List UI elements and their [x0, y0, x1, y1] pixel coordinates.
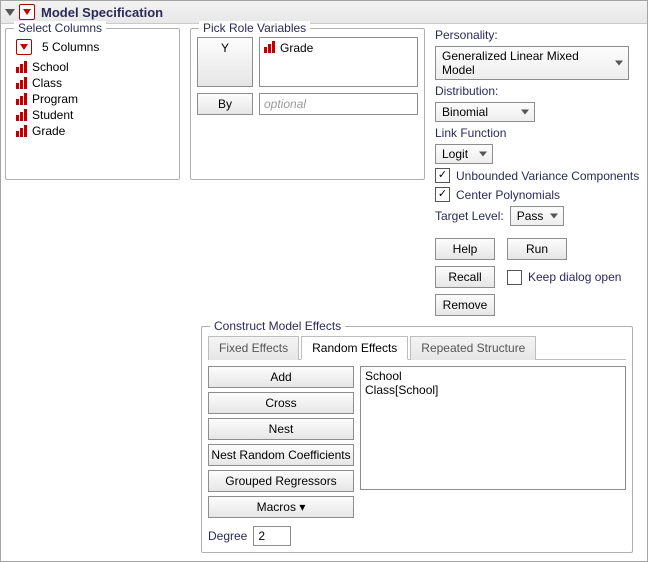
cross-button[interactable]: Cross — [208, 392, 354, 414]
tab-fixed-effects[interactable]: Fixed Effects — [208, 336, 299, 360]
tab-repeated-structure[interactable]: Repeated Structure — [410, 336, 536, 360]
effect-item[interactable]: School — [365, 369, 621, 383]
columns-menu-icon[interactable] — [16, 39, 32, 55]
recall-button[interactable]: Recall — [435, 266, 495, 288]
columns-count: 5 Columns — [42, 40, 99, 54]
unbounded-checkbox[interactable]: ✓ — [435, 168, 450, 183]
column-item[interactable]: Program — [16, 91, 169, 107]
personality-value: Generalized Linear Mixed Model — [442, 49, 579, 77]
degree-input[interactable]: 2 — [253, 526, 291, 546]
red-triangle-menu-icon[interactable] — [19, 4, 35, 20]
keep-open-checkbox[interactable] — [507, 270, 522, 285]
nominal-icon — [16, 61, 28, 73]
by-placeholder: optional — [264, 97, 306, 111]
construct-group: Construct Model Effects Fixed Effects Ra… — [201, 326, 633, 553]
nominal-icon — [16, 109, 28, 121]
pick-role-group: Pick Role Variables Y Grade By optional — [190, 28, 425, 180]
nominal-icon — [16, 77, 28, 89]
construct-legend: Construct Model Effects — [210, 319, 345, 333]
options-column: Personality: Generalized Linear Mixed Mo… — [435, 28, 643, 316]
center-label: Center Polynomials — [456, 188, 560, 202]
keep-open-label: Keep dialog open — [528, 270, 621, 284]
column-label: Program — [32, 92, 78, 106]
y-box[interactable]: Grade — [259, 37, 418, 87]
nominal-icon — [16, 125, 28, 137]
link-label: Link Function — [435, 126, 643, 140]
target-level-value: Pass — [517, 209, 544, 223]
column-label: School — [32, 60, 69, 74]
column-label: Student — [32, 108, 73, 122]
dialog-title: Model Specification — [41, 5, 163, 20]
column-item[interactable]: Grade — [16, 123, 169, 139]
add-button[interactable]: Add — [208, 366, 354, 388]
y-button[interactable]: Y — [197, 37, 253, 87]
construct-tabs: Fixed Effects Random Effects Repeated St… — [208, 335, 626, 360]
select-columns-legend: Select Columns — [14, 21, 106, 35]
link-select[interactable]: Logit — [435, 144, 493, 164]
nominal-icon — [16, 93, 28, 105]
by-box[interactable]: optional — [259, 93, 418, 115]
effect-item[interactable]: Class[School] — [365, 383, 621, 397]
target-level-row: Target Level: Pass — [435, 206, 643, 226]
nest-button[interactable]: Nest — [208, 418, 354, 440]
effects-list[interactable]: School Class[School] — [360, 366, 626, 490]
personality-label: Personality: — [435, 28, 643, 42]
disclosure-icon[interactable] — [5, 9, 15, 16]
distribution-value: Binomial — [442, 105, 488, 119]
column-item[interactable]: Student — [16, 107, 169, 123]
distribution-label: Distribution: — [435, 84, 643, 98]
personality-select[interactable]: Generalized Linear Mixed Model — [435, 46, 629, 80]
nest-random-coefficients-button[interactable]: Nest Random Coefficients — [208, 444, 354, 466]
target-level-label: Target Level: — [435, 209, 504, 223]
distribution-select[interactable]: Binomial — [435, 102, 535, 122]
pick-role-legend: Pick Role Variables — [199, 21, 310, 35]
grouped-regressors-button[interactable]: Grouped Regressors — [208, 470, 354, 492]
column-item[interactable]: Class — [16, 75, 169, 91]
column-label: Grade — [32, 124, 65, 138]
macros-button[interactable]: Macros ▾ — [208, 496, 354, 518]
select-columns-group: Select Columns 5 Columns School Class — [5, 28, 180, 180]
unbounded-row: ✓ Unbounded Variance Components — [435, 168, 643, 183]
nominal-icon — [264, 41, 276, 53]
column-item[interactable]: School — [16, 59, 169, 75]
tab-random-effects[interactable]: Random Effects — [301, 336, 408, 360]
by-button[interactable]: By — [197, 93, 253, 115]
degree-label: Degree — [208, 529, 247, 543]
help-button[interactable]: Help — [435, 238, 495, 260]
target-level-select[interactable]: Pass — [510, 206, 564, 226]
y-item-label: Grade — [280, 41, 313, 55]
center-row: ✓ Center Polynomials — [435, 187, 643, 202]
column-label: Class — [32, 76, 62, 90]
center-checkbox[interactable]: ✓ — [435, 187, 450, 202]
link-value: Logit — [442, 147, 468, 161]
columns-list[interactable]: School Class Program Student Grade — [16, 59, 169, 139]
remove-button[interactable]: Remove — [435, 294, 495, 316]
unbounded-label: Unbounded Variance Components — [456, 169, 639, 183]
run-button[interactable]: Run — [507, 238, 567, 260]
